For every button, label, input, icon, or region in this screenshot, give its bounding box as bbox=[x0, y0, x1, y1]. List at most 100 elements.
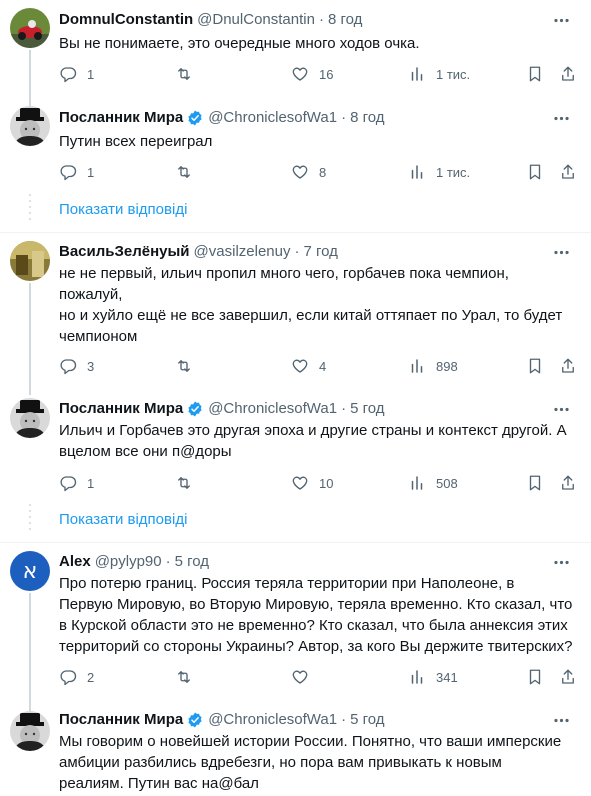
share-button[interactable] bbox=[559, 473, 577, 493]
display-name[interactable]: ВасильЗелёнуый bbox=[59, 242, 190, 262]
display-name[interactable]: DomnulConstantin bbox=[59, 10, 193, 30]
more-options-icon[interactable] bbox=[551, 10, 571, 30]
user-handle[interactable]: @ChroniclesofWa1 bbox=[208, 108, 337, 128]
analytics-icon bbox=[411, 476, 423, 490]
display-name[interactable]: Посланник Мира bbox=[59, 108, 183, 128]
user-handle[interactable]: @DnulConstantin bbox=[197, 10, 315, 30]
timestamp[interactable]: 7 год bbox=[303, 242, 337, 262]
separator-dot: · bbox=[341, 711, 347, 728]
tweet-text-line: чемпионом bbox=[59, 328, 138, 345]
bookmark-icon bbox=[529, 475, 541, 491]
share-button[interactable] bbox=[559, 162, 577, 182]
separator-dot: · bbox=[341, 109, 347, 126]
display-name[interactable]: Посланник Мира bbox=[59, 710, 183, 730]
retweet-button[interactable] bbox=[175, 356, 203, 376]
tweet[interactable]: ВасильЗелёнуый @vasilzelenuy · 7 год не … bbox=[0, 233, 591, 395]
churchill-avatar[interactable] bbox=[10, 711, 50, 751]
share-icon bbox=[562, 66, 574, 81]
tweet-header: DomnulConstantin @DnulConstantin · 8 год bbox=[59, 10, 362, 30]
timestamp[interactable]: 8 год bbox=[350, 108, 384, 128]
timestamp[interactable]: 5 год bbox=[350, 399, 384, 419]
thread-line bbox=[29, 593, 31, 711]
heart-icon bbox=[292, 359, 308, 373]
tweet-text-line: Путин всех переиграл bbox=[59, 133, 213, 150]
views-button[interactable]: 508 bbox=[408, 473, 458, 493]
bookmark-button[interactable] bbox=[526, 162, 544, 182]
retweet-button[interactable] bbox=[175, 64, 203, 84]
motorcycle-avatar[interactable] bbox=[10, 8, 50, 48]
timestamp[interactable]: 5 год bbox=[175, 552, 209, 572]
tweet[interactable]: DomnulConstantin @DnulConstantin · 8 год… bbox=[0, 0, 591, 110]
tweet-actions: 3 4 898 bbox=[59, 356, 579, 376]
tweet[interactable]: Посланник Мира @ChroniclesofWa1 · 5 год … bbox=[0, 390, 591, 498]
landscape-avatar[interactable] bbox=[10, 241, 50, 281]
like-button[interactable]: 8 bbox=[291, 162, 326, 182]
share-button[interactable] bbox=[559, 356, 577, 376]
tweet[interactable]: א Alex @pylyp90 · 5 год Про потерю грани… bbox=[0, 543, 591, 711]
avatar-glyph: א bbox=[22, 558, 38, 584]
reply-icon bbox=[60, 165, 77, 181]
alef-avatar[interactable]: א bbox=[10, 551, 50, 591]
tweet-actions: 1 16 1 тис. bbox=[59, 64, 579, 84]
bookmark-button[interactable] bbox=[526, 667, 544, 687]
analytics-icon bbox=[411, 670, 423, 684]
views-button[interactable]: 1 тис. bbox=[408, 162, 470, 182]
reply-icon bbox=[60, 359, 77, 375]
views-button[interactable]: 1 тис. bbox=[408, 64, 470, 84]
bookmark-button[interactable] bbox=[526, 356, 544, 376]
show-replies-link[interactable]: Показати відповіді bbox=[0, 498, 591, 544]
tweet-header: Alex @pylyp90 · 5 год bbox=[59, 552, 209, 572]
bookmark-button[interactable] bbox=[526, 473, 544, 493]
views-button[interactable]: 898 bbox=[408, 356, 458, 376]
tweet[interactable]: Посланник Мира @ChroniclesofWa1 · 5 год … bbox=[0, 703, 591, 796]
retweet-button[interactable] bbox=[175, 667, 203, 687]
heart-icon bbox=[292, 670, 308, 684]
reply-button[interactable]: 1 bbox=[59, 162, 94, 182]
like-button[interactable]: 16 bbox=[291, 64, 333, 84]
more-options-icon[interactable] bbox=[551, 552, 571, 572]
user-handle[interactable]: @ChroniclesofWa1 bbox=[208, 399, 337, 419]
reply-button[interactable]: 3 bbox=[59, 356, 94, 376]
show-replies-label[interactable]: Показати відповіді bbox=[59, 511, 187, 528]
retweet-button[interactable] bbox=[175, 473, 203, 493]
more-options-icon[interactable] bbox=[551, 399, 571, 419]
show-replies-label[interactable]: Показати відповіді bbox=[59, 201, 187, 218]
share-icon bbox=[562, 358, 574, 373]
retweet-icon bbox=[178, 671, 190, 683]
reply-button[interactable]: 1 bbox=[59, 64, 94, 84]
retweet-button[interactable] bbox=[175, 162, 203, 182]
bookmark-button[interactable] bbox=[526, 64, 544, 84]
share-button[interactable] bbox=[559, 667, 577, 687]
user-handle[interactable]: @ChroniclesofWa1 bbox=[208, 710, 337, 730]
user-handle[interactable]: @pylyp90 bbox=[95, 552, 162, 572]
analytics-icon bbox=[411, 165, 423, 179]
timestamp[interactable]: 5 год bbox=[350, 710, 384, 730]
show-replies-link[interactable]: Показати відповіді bbox=[0, 188, 591, 234]
tweet-text-line: Вы не понимаете, это очередные много ход… bbox=[59, 35, 420, 52]
timestamp[interactable]: 8 год bbox=[328, 10, 362, 30]
churchill-avatar[interactable] bbox=[10, 398, 50, 438]
bookmark-icon bbox=[529, 669, 541, 685]
like-button[interactable] bbox=[291, 667, 319, 687]
views-button[interactable]: 341 bbox=[408, 667, 458, 687]
verified-badge-icon bbox=[188, 401, 202, 417]
reply-count: 3 bbox=[87, 358, 95, 374]
like-button[interactable]: 4 bbox=[291, 356, 326, 376]
view-count: 341 bbox=[436, 669, 458, 685]
share-button[interactable] bbox=[559, 64, 577, 84]
reply-button[interactable]: 2 bbox=[59, 667, 94, 687]
verified-badge-icon bbox=[188, 712, 202, 728]
tweet[interactable]: Посланник Мира @ChroniclesofWa1 · 8 год … bbox=[0, 98, 591, 190]
churchill-avatar[interactable] bbox=[10, 106, 50, 146]
more-options-icon[interactable] bbox=[551, 242, 571, 262]
reply-count: 1 bbox=[87, 164, 95, 180]
more-options-icon[interactable] bbox=[551, 710, 571, 730]
tweet-text: Мы говорим о новейшей истории России. По… bbox=[59, 731, 579, 794]
user-handle[interactable]: @vasilzelenuy bbox=[194, 242, 291, 262]
more-options-icon[interactable] bbox=[551, 108, 571, 128]
display-name[interactable]: Alex bbox=[59, 552, 91, 572]
reply-button[interactable]: 1 bbox=[59, 473, 94, 493]
display-name[interactable]: Посланник Мира bbox=[59, 399, 183, 419]
like-count: 8 bbox=[319, 164, 327, 180]
like-button[interactable]: 10 bbox=[291, 473, 333, 493]
